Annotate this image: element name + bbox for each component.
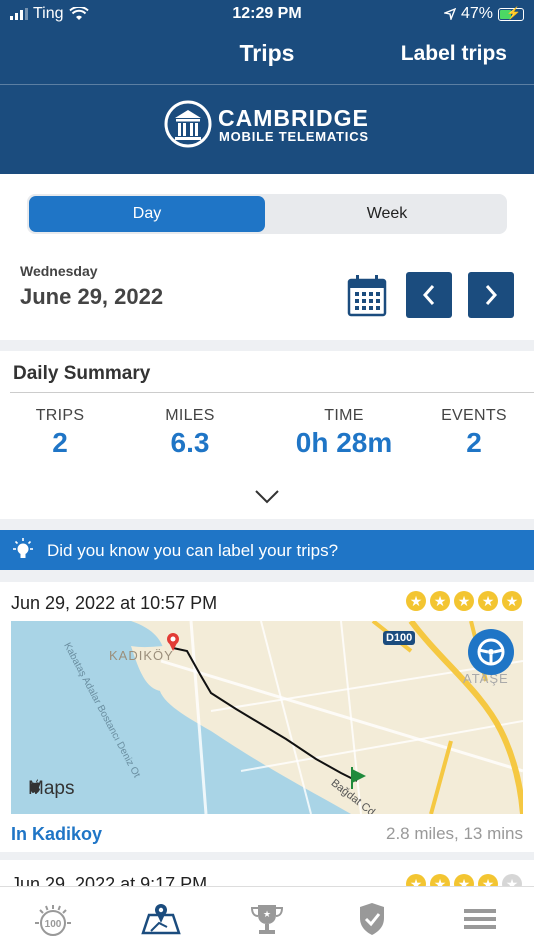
star-icon: ★ [454, 591, 474, 611]
tab-rewards[interactable]: ★ [245, 899, 289, 939]
cmt-logo-icon [164, 100, 212, 148]
map-background [11, 621, 523, 814]
trip-map[interactable]: KADIKÖY ATAŞE D100 Bağdat Cd. Kabataş Ad… [11, 621, 523, 814]
lightbulb-icon [13, 538, 33, 558]
svg-text:★: ★ [263, 909, 271, 919]
segment-week[interactable]: Week [269, 196, 505, 232]
stat-trips: TRIPS 2 [22, 407, 98, 459]
stat-miles: MILES 6.3 [150, 407, 230, 459]
tip-text: Did you know you can label your trips? [47, 541, 339, 560]
star-icon: ★ [478, 591, 498, 611]
stat-label: EVENTS [441, 407, 507, 424]
star-icon: ★ [406, 591, 426, 611]
brand-line2: MOBILE TELEMATICS [219, 129, 369, 144]
stat-value: 2 [52, 427, 68, 458]
trip-location: In Kadikoy [11, 824, 103, 844]
tab-bar: 100 ★ [0, 886, 534, 950]
date-label: June 29, 2022 [20, 284, 164, 309]
chevron-down-icon[interactable] [254, 489, 280, 505]
calendar-icon[interactable] [346, 274, 388, 318]
svg-text:100: 100 [45, 919, 62, 930]
tab-trips[interactable] [139, 899, 183, 939]
stat-value: 6.3 [170, 427, 210, 458]
date-card: Day Week Wednesday June 29, 2022 [0, 174, 534, 340]
top-bar: Ting 12:29 PM 47% ⚡ Trips Label trips [0, 0, 534, 84]
stat-value: 2 [466, 427, 482, 458]
apple-icon [30, 779, 40, 793]
stat-label: TIME [324, 407, 364, 424]
divider [10, 392, 534, 393]
next-day-button[interactable] [468, 272, 514, 318]
shield-check-icon [360, 903, 384, 935]
trophy-icon: ★ [250, 905, 284, 934]
trip-distance: 2.8 miles, 13 mins [386, 824, 523, 843]
chevron-left-icon [422, 285, 435, 305]
stat-label: TRIPS [35, 407, 85, 424]
map-district-label: KADIKÖY [109, 648, 174, 663]
tab-menu[interactable] [458, 899, 502, 939]
tip-banner[interactable]: Did you know you can label your trips? [0, 530, 534, 570]
star-icon: ★ [430, 591, 450, 611]
tab-score[interactable]: 100 [31, 899, 75, 939]
location-arrow-icon [443, 8, 456, 20]
stat-value: 0h 28m [295, 427, 393, 458]
steering-wheel-icon[interactable] [468, 629, 514, 675]
trip-card[interactable]: Jun 29, 2022 at 10:57 PM ★ ★ ★ ★ ★ KADIK… [0, 582, 534, 852]
road-shield: D100 [383, 631, 416, 645]
stat-events: EVENTS 2 [436, 407, 512, 459]
menu-icon [464, 909, 496, 929]
star-rating: ★ ★ ★ ★ ★ [406, 591, 522, 611]
battery-percent: 47% [460, 5, 493, 22]
status-bar: Ting 12:29 PM 47% ⚡ [0, 0, 534, 30]
segment-day[interactable]: Day [29, 196, 265, 232]
weekday-label: Wednesday [20, 263, 98, 279]
day-week-segment: Day Week [27, 194, 507, 234]
maps-attribution: Maps [28, 778, 74, 800]
trip-title: Jun 29, 2022 at 10:57 PM [11, 593, 218, 613]
star-icon: ★ [502, 591, 522, 611]
tab-safety[interactable] [350, 899, 394, 939]
brand-banner: CAMBRIDGE MOBILE TELEMATICS [0, 84, 534, 174]
previous-day-button[interactable] [406, 272, 452, 318]
chevron-right-icon [485, 285, 498, 305]
daily-summary: Daily Summary TRIPS 2 MILES 6.3 TIME 0h … [0, 351, 534, 519]
summary-title: Daily Summary [13, 363, 151, 384]
score-icon: 100 [35, 905, 71, 936]
label-trips-button[interactable]: Label trips [401, 42, 507, 66]
battery-icon: ⚡ [498, 6, 524, 21]
trips-map-icon [141, 904, 181, 935]
stat-time: TIME 0h 28m [284, 407, 404, 459]
brand-line1: CAMBRIDGE [218, 105, 369, 131]
status-right: 47% ⚡ [443, 5, 524, 23]
stat-label: MILES [165, 407, 215, 424]
